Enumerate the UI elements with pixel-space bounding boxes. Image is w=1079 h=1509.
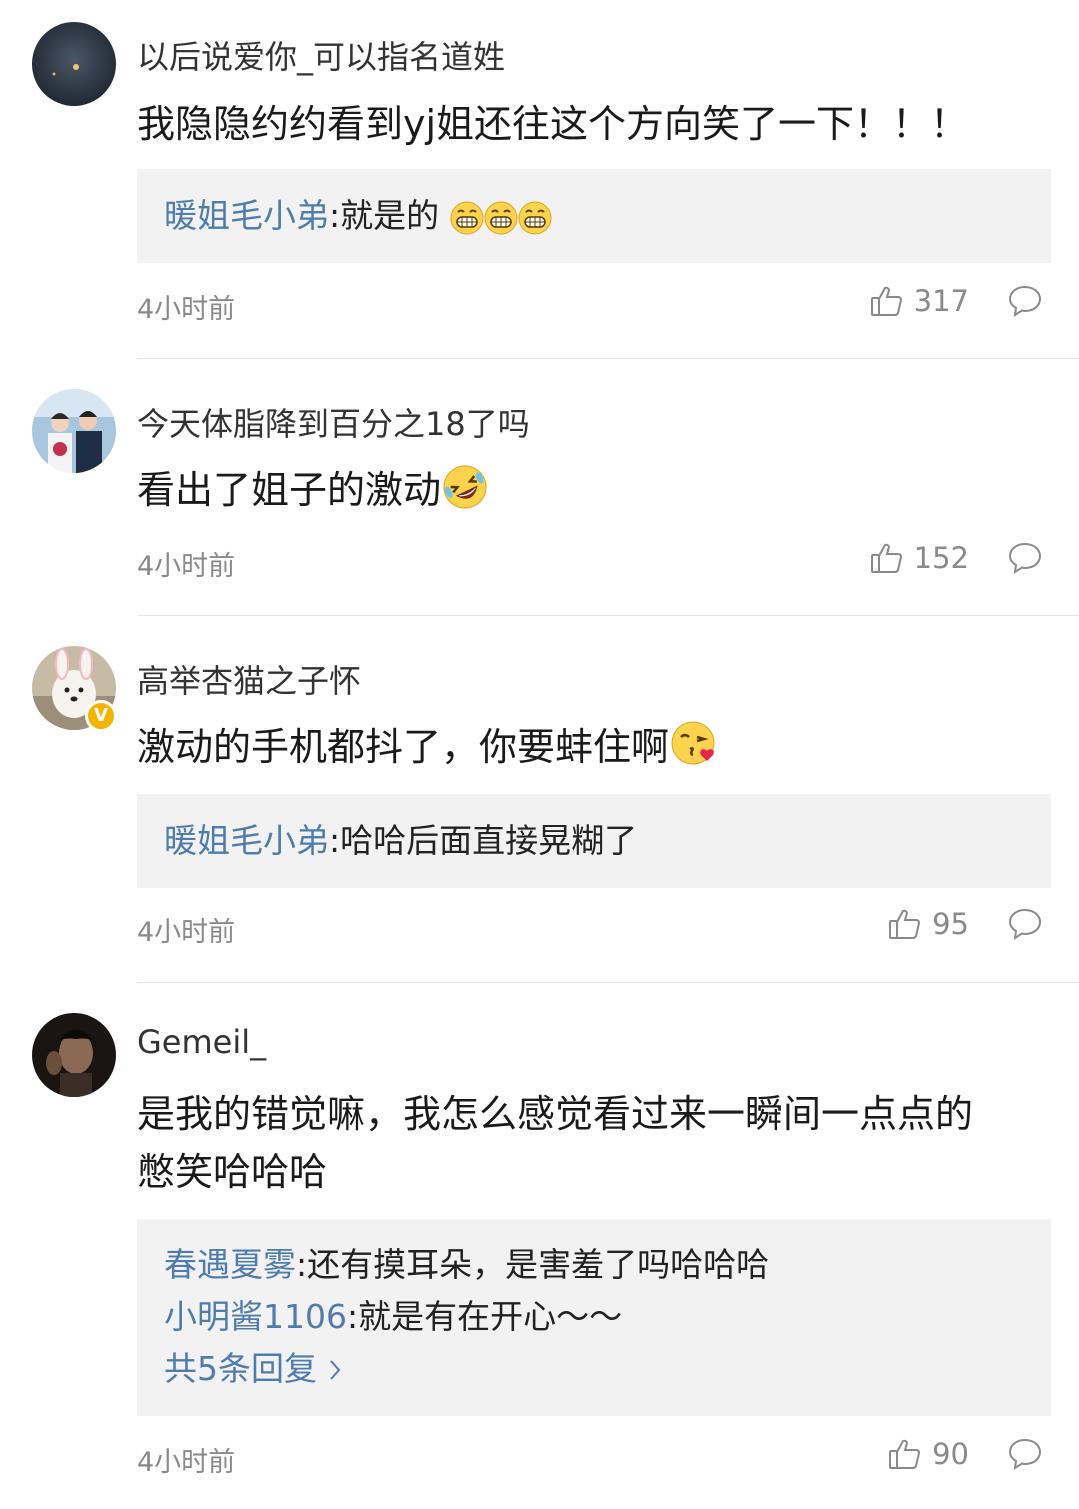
- user-avatar[interactable]: [32, 389, 116, 473]
- comment-timestamp: 4小时前: [137, 294, 236, 325]
- reply-button[interactable]: [1007, 541, 1043, 575]
- user-avatar[interactable]: [32, 22, 116, 106]
- reply-button[interactable]: [1007, 907, 1043, 941]
- comment-text: 看出了姐子的激动: [137, 461, 1037, 527]
- comment-item[interactable]: V 高举杏猫之子怀 激动的手机都抖了，你要蚌住啊 暖姐毛小弟:哈哈后面直接晃糊了…: [0, 616, 1079, 983]
- comment-bubble-icon: [1008, 285, 1042, 318]
- thumbs-up-icon: [870, 541, 904, 575]
- reply-text: :就是有在开心～～: [346, 1297, 623, 1336]
- reply-line[interactable]: 春遇夏雾:还有摸耳朵，是害羞了吗哈哈哈: [164, 1239, 1024, 1291]
- like-button[interactable]: 317: [870, 284, 969, 318]
- reply-text: :哈哈后面直接晃糊了: [329, 821, 638, 860]
- reply-line[interactable]: 暖姐毛小弟:就是的: [164, 190, 1024, 250]
- kissing-heart-emoji-icon: [669, 718, 719, 784]
- reply-text: :就是的: [329, 196, 440, 235]
- reply-preview-box[interactable]: 暖姐毛小弟:哈哈后面直接晃糊了: [137, 794, 1051, 888]
- reply-line[interactable]: 暖姐毛小弟:哈哈后面直接晃糊了: [164, 815, 1024, 867]
- avatar-image: [32, 389, 116, 473]
- reply-preview-box[interactable]: 暖姐毛小弟:就是的: [137, 169, 1051, 263]
- comment-text: 我隐隐约约看到yj姐还往这个方向笑了一下！！！: [137, 102, 969, 146]
- reply-username[interactable]: 暖姐毛小弟: [164, 196, 329, 235]
- thumbs-up-icon: [870, 284, 904, 318]
- like-count: 317: [913, 284, 969, 318]
- comment-bubble-icon: [1008, 1438, 1042, 1471]
- comment-item[interactable]: Gemeil_ 是我的错觉嘛，我怎么感觉看过来一瞬间一点点的 憋笑哈哈哈 春遇夏…: [0, 983, 1079, 1509]
- reply-preview-box[interactable]: 春遇夏雾:还有摸耳朵，是害羞了吗哈哈哈 小明酱1106:就是有在开心～～ 共5条…: [137, 1219, 1051, 1416]
- like-button[interactable]: 90: [888, 1437, 969, 1471]
- like-count: 152: [913, 541, 969, 575]
- reply-text: :还有摸耳朵，是害羞了吗哈哈哈: [296, 1245, 770, 1284]
- comment-text: 是我的错觉嘛，我怎么感觉看过来一瞬间一点点的 憋笑哈哈哈: [137, 1092, 974, 1194]
- comment-timestamp: 4小时前: [137, 917, 236, 948]
- comment-item[interactable]: 今天体脂降到百分之18了吗 看出了姐子的激动 4小时前 152: [0, 359, 1079, 616]
- comment-username[interactable]: 以后说爱你_可以指名道姓: [137, 32, 505, 78]
- reply-username[interactable]: 春遇夏雾: [164, 1245, 296, 1284]
- reply-button[interactable]: [1007, 1437, 1043, 1471]
- avatar-image: [32, 1013, 116, 1097]
- reply-line[interactable]: 小明酱1106:就是有在开心～～: [164, 1291, 1024, 1343]
- like-count: 90: [932, 1437, 969, 1471]
- thumbs-up-icon: [888, 1437, 922, 1471]
- like-button[interactable]: 152: [870, 541, 969, 575]
- grinning-emoji-icon: [518, 198, 552, 250]
- comment-timestamp: 4小时前: [137, 551, 236, 582]
- comment-username[interactable]: Gemeil_: [137, 1023, 266, 1061]
- comment-item[interactable]: 以后说爱你_可以指名道姓 我隐隐约约看到yj姐还往这个方向笑了一下！！！ 暖姐毛…: [0, 0, 1079, 359]
- chevron-right-icon: [329, 1360, 340, 1380]
- reply-button[interactable]: [1007, 284, 1043, 318]
- grinning-emoji-icon: [450, 198, 484, 250]
- verified-badge: V: [85, 700, 117, 732]
- view-all-replies-link[interactable]: 共5条回复: [164, 1343, 1024, 1395]
- comment-text: 激动的手机都抖了，你要蚌住啊: [137, 718, 1037, 784]
- comment-username[interactable]: 今天体脂降到百分之18了吗: [137, 399, 530, 445]
- like-count: 95: [932, 907, 969, 941]
- comment-timestamp: 4小时前: [137, 1447, 236, 1478]
- grinning-emoji-icon: [484, 198, 518, 250]
- comment-bubble-icon: [1008, 908, 1042, 941]
- reply-username[interactable]: 小明酱1106: [164, 1297, 347, 1336]
- reply-username[interactable]: 暖姐毛小弟: [164, 821, 329, 860]
- comment-bubble-icon: [1008, 542, 1042, 575]
- comment-username[interactable]: 高举杏猫之子怀: [137, 656, 361, 702]
- like-button[interactable]: 95: [888, 907, 969, 941]
- rolling-laughing-emoji-icon: [441, 463, 489, 527]
- avatar-image: [32, 22, 116, 106]
- thumbs-up-icon: [888, 907, 922, 941]
- user-avatar[interactable]: [32, 1013, 116, 1097]
